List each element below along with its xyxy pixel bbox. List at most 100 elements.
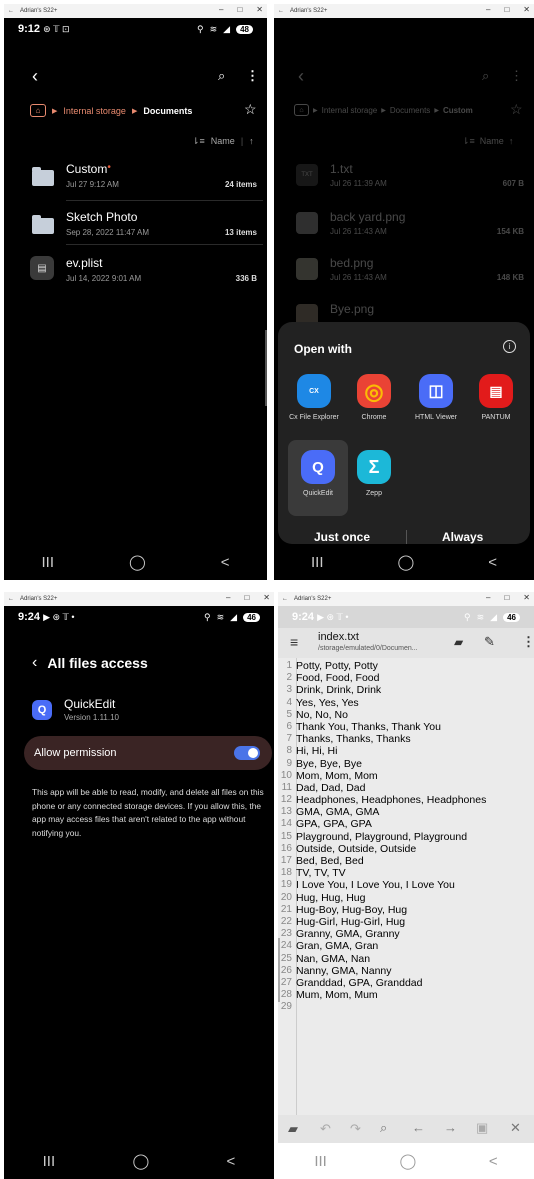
more-options-icon[interactable]: ⋮ (510, 68, 523, 84)
list-item[interactable]: Bye.png (274, 300, 534, 326)
just-once-button[interactable]: Just once (314, 530, 370, 544)
home-button[interactable]: ◯ (399, 1152, 416, 1170)
editor-line[interactable]: 3 Drink, Drink, Drink (278, 684, 534, 696)
editor-line[interactable]: 26 Nanny, GMA, Nanny (278, 965, 534, 977)
list-item[interactable]: Custom• Jul 27 9:12 AM 24 items (4, 160, 267, 200)
editor-line[interactable]: 20 Hug, Hug, Hug (278, 892, 534, 904)
home-button[interactable]: ◯ (129, 553, 146, 571)
breadcrumb-custom[interactable]: Custom (443, 106, 473, 115)
editor-line[interactable]: 16 Outside, Outside, Outside (278, 843, 534, 855)
list-item[interactable]: back yard.png Jul 26 11:43 AM 154 KB (274, 208, 534, 244)
back-arrow-icon[interactable]: ← (8, 596, 14, 602)
arrow-right-icon[interactable]: → (444, 1120, 457, 1135)
maximize-button[interactable]: □ (244, 593, 249, 602)
minimize-button[interactable]: – (219, 5, 223, 14)
redo-icon[interactable]: ↷ (350, 1121, 361, 1137)
back-button[interactable]: < (488, 554, 497, 571)
app-quickedit[interactable]: Q QuickEdit (292, 450, 344, 498)
editor-line[interactable]: 25 Nan, GMA, Nan (278, 953, 534, 965)
back-arrow-icon[interactable]: ← (282, 596, 288, 602)
close-button[interactable]: ✕ (256, 5, 263, 14)
always-button[interactable]: Always (442, 530, 483, 544)
minimize-button[interactable]: – (226, 593, 230, 602)
close-button[interactable]: ✕ (263, 593, 270, 602)
editor-line[interactable]: 10 Mom, Mom, Mom (278, 770, 534, 782)
folder-icon[interactable]: ▰ (288, 1121, 298, 1137)
editor-line[interactable]: 6 Thank You, Thanks, Thank You (278, 721, 534, 733)
editor-line[interactable]: 21 Hug-Boy, Hug-Boy, Hug (278, 904, 534, 916)
sort-direction-icon[interactable]: ↑ (249, 136, 254, 147)
arrow-left-icon[interactable]: ← (412, 1120, 425, 1135)
back-icon[interactable]: ‹ (298, 66, 304, 87)
editor-line[interactable]: 4 Yes, Yes, Yes (278, 697, 534, 709)
sort-control[interactable]: ⇂≡ Name ↑ (462, 136, 513, 147)
app-html-viewer[interactable]: ◫ HTML Viewer (410, 374, 462, 422)
editor-line[interactable]: 23 Granny, GMA, Granny (278, 928, 534, 940)
open-folder-icon[interactable]: ▰ (454, 635, 463, 649)
app-zepp[interactable]: Σ Zepp (348, 450, 400, 498)
breadcrumb-internal-storage[interactable]: Internal storage (63, 106, 126, 116)
home-button[interactable]: ◯ (132, 1152, 149, 1170)
permission-toggle[interactable] (234, 746, 260, 760)
editor-area[interactable]: 1 Potty, Potty, Potty 2 Food, Food, Food 3 Dr… (278, 658, 534, 1115)
editor-line[interactable]: 8 Hi, Hi, Hi (278, 745, 534, 757)
editor-line[interactable]: 28 Mum, Mom, Mum (278, 989, 534, 1001)
search-icon[interactable]: ⌕ (482, 68, 489, 84)
editor-line[interactable]: 17 Bed, Bed, Bed (278, 855, 534, 867)
undo-icon[interactable]: ↶ (320, 1121, 331, 1137)
close-button[interactable]: ✕ (523, 5, 530, 14)
favorite-star-icon[interactable]: ☆ (510, 101, 523, 118)
back-button[interactable]: < (221, 554, 230, 571)
editor-line[interactable]: 18 TV, TV, TV (278, 867, 534, 879)
save-icon[interactable]: ▣ (476, 1120, 488, 1136)
maximize-button[interactable]: □ (504, 5, 509, 14)
breadcrumb-documents[interactable]: Documents (390, 106, 430, 115)
back-arrow-icon[interactable]: ← (278, 8, 284, 14)
editor-line[interactable]: 2 Food, Food, Food (278, 672, 534, 684)
close-icon[interactable]: ✕ (510, 1120, 521, 1136)
allow-permission-row[interactable]: Allow permission (24, 736, 272, 770)
recents-button[interactable]: III (314, 1153, 327, 1170)
edit-pencil-icon[interactable]: ✎ (484, 634, 495, 650)
editor-lines[interactable]: 1 Potty, Potty, Potty 2 Food, Food, Food 3 Dr… (278, 660, 534, 1013)
breadcrumb-internal-storage[interactable]: Internal storage (322, 106, 378, 115)
search-icon[interactable]: ⌕ (218, 68, 225, 84)
editor-line[interactable]: 12 Headphones, Headphones, Headphones (278, 794, 534, 806)
scrollbar[interactable] (278, 938, 280, 1002)
favorite-star-icon[interactable]: ☆ (244, 101, 257, 118)
editor-line[interactable]: 14 GPA, GPA, GPA (278, 818, 534, 830)
close-button[interactable]: ✕ (523, 593, 530, 602)
sort-control[interactable]: ⇂≡ Name | ↑ (192, 136, 254, 147)
editor-line[interactable]: 13 GMA, GMA, GMA (278, 806, 534, 818)
app-cx-file-explorer[interactable]: CX Cx File Explorer (288, 374, 340, 422)
back-icon[interactable]: ‹ (32, 66, 38, 87)
editor-line[interactable]: 19 I Love You, I Love You, I Love You (278, 879, 534, 891)
editor-line[interactable]: 29 (278, 1001, 534, 1013)
home-button[interactable]: ◯ (397, 553, 414, 571)
minimize-button[interactable]: – (486, 593, 490, 602)
list-item[interactable]: bed.png Jul 26 11:43 AM 148 KB (274, 254, 534, 290)
back-button[interactable]: < (489, 1153, 498, 1170)
info-icon[interactable]: i (503, 340, 516, 353)
list-item[interactable]: TXT 1.txt Jul 26 11:39 AM 607 B (274, 160, 534, 196)
editor-line[interactable]: 9 Bye, Bye, Bye (278, 758, 534, 770)
editor-line[interactable]: 22 Hug-Girl, Hug-Girl, Hug (278, 916, 534, 928)
recents-button[interactable]: III (311, 554, 324, 571)
more-options-icon[interactable]: ⋮ (522, 634, 534, 650)
recents-button[interactable]: III (41, 554, 54, 571)
back-arrow-icon[interactable]: ← (8, 8, 14, 14)
app-pantum[interactable]: ▤ PANTUM (470, 374, 522, 422)
maximize-button[interactable]: □ (237, 5, 242, 14)
menu-icon[interactable]: ≡ (290, 634, 298, 650)
list-item[interactable]: ▤ ev.plist Jul 14, 2022 9:01 AM 336 B (4, 254, 267, 290)
recents-button[interactable]: III (43, 1153, 56, 1170)
search-icon[interactable]: ⌕ (380, 1120, 387, 1136)
scrollbar[interactable] (265, 330, 267, 406)
minimize-button[interactable]: – (486, 5, 490, 14)
back-icon[interactable]: ‹ (32, 654, 37, 672)
editor-line[interactable]: 24 Gran, GMA, Gran (278, 940, 534, 952)
maximize-button[interactable]: □ (504, 593, 509, 602)
home-icon[interactable]: ⌂ (30, 104, 46, 117)
list-item[interactable]: Sketch Photo Sep 28, 2022 11:47 AM 13 it… (4, 208, 267, 244)
breadcrumb-documents[interactable]: Documents (143, 106, 192, 116)
